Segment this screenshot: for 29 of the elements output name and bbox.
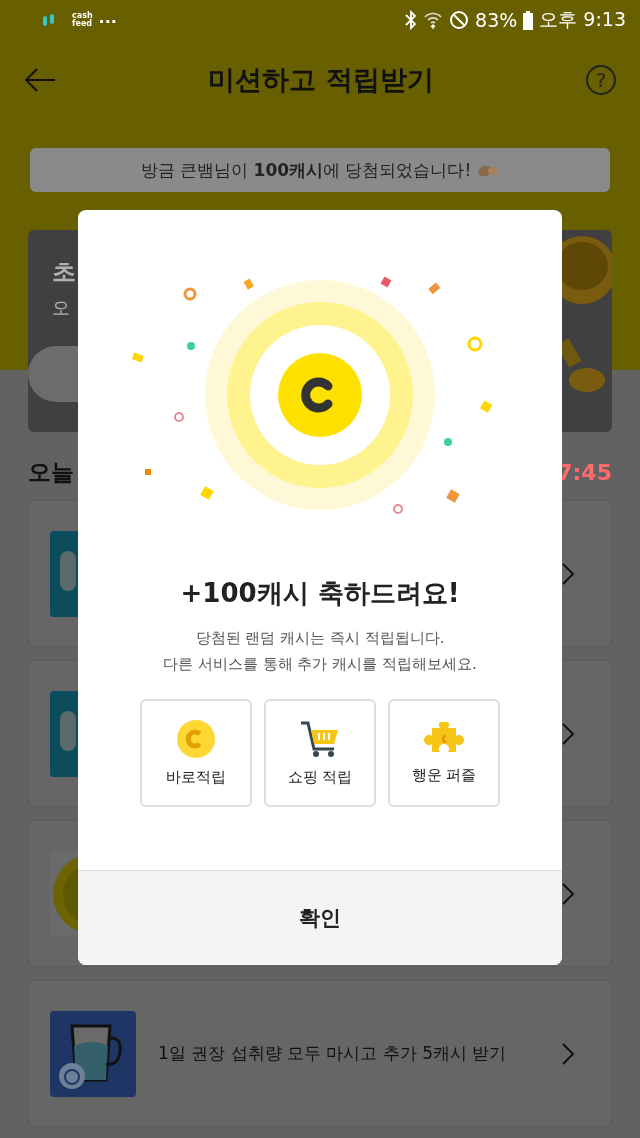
water-cup-icon (50, 1010, 136, 1097)
option-button[interactable]: 쇼핑 적립 (264, 699, 376, 807)
battery-percent: 83% (475, 9, 518, 31)
more-notifications: ... (98, 7, 117, 27)
dialog-message: 당첨된 랜덤 캐시는 즉시 적립됩니다. 다른 서비스를 통해 추가 캐시를 적립해보세요. (163, 628, 477, 675)
clock: 오후 9:13 (539, 7, 626, 32)
banner-subtitle: 오 (52, 296, 70, 320)
chevron-right-icon (561, 721, 575, 746)
dialog-title: +100캐시 축하드려요! (180, 577, 460, 610)
winner-toast: 방금 큰뱀님이 100캐시에 당첨되었습니다! (30, 148, 610, 192)
section-title: 오늘 (28, 457, 74, 487)
bluetooth-icon (405, 10, 418, 30)
banner-title: 초 (52, 257, 76, 288)
app-logo: cash feed (72, 12, 93, 28)
option-button[interactable]: 바로적립 (140, 699, 252, 807)
countdown-timer: 7:45 (557, 459, 612, 485)
do-not-disturb-icon (449, 10, 470, 30)
app-icon (42, 13, 56, 27)
chevron-right-icon (561, 1041, 575, 1066)
mission-title: 1일 권장 섭취량 모두 마시고 추가 5캐시 받기 (158, 1042, 507, 1065)
option-button[interactable]: 행운 퍼즐 (388, 699, 500, 807)
chevron-right-icon (561, 561, 575, 586)
wifi-icon (423, 10, 444, 30)
back-icon[interactable] (24, 68, 56, 92)
page-title: 미션하고 적립받기 (207, 63, 435, 97)
chevron-right-icon (561, 881, 575, 906)
confirm-button[interactable]: 확인 (78, 870, 562, 965)
cart-icon (300, 719, 340, 758)
battery-icon (523, 10, 534, 30)
